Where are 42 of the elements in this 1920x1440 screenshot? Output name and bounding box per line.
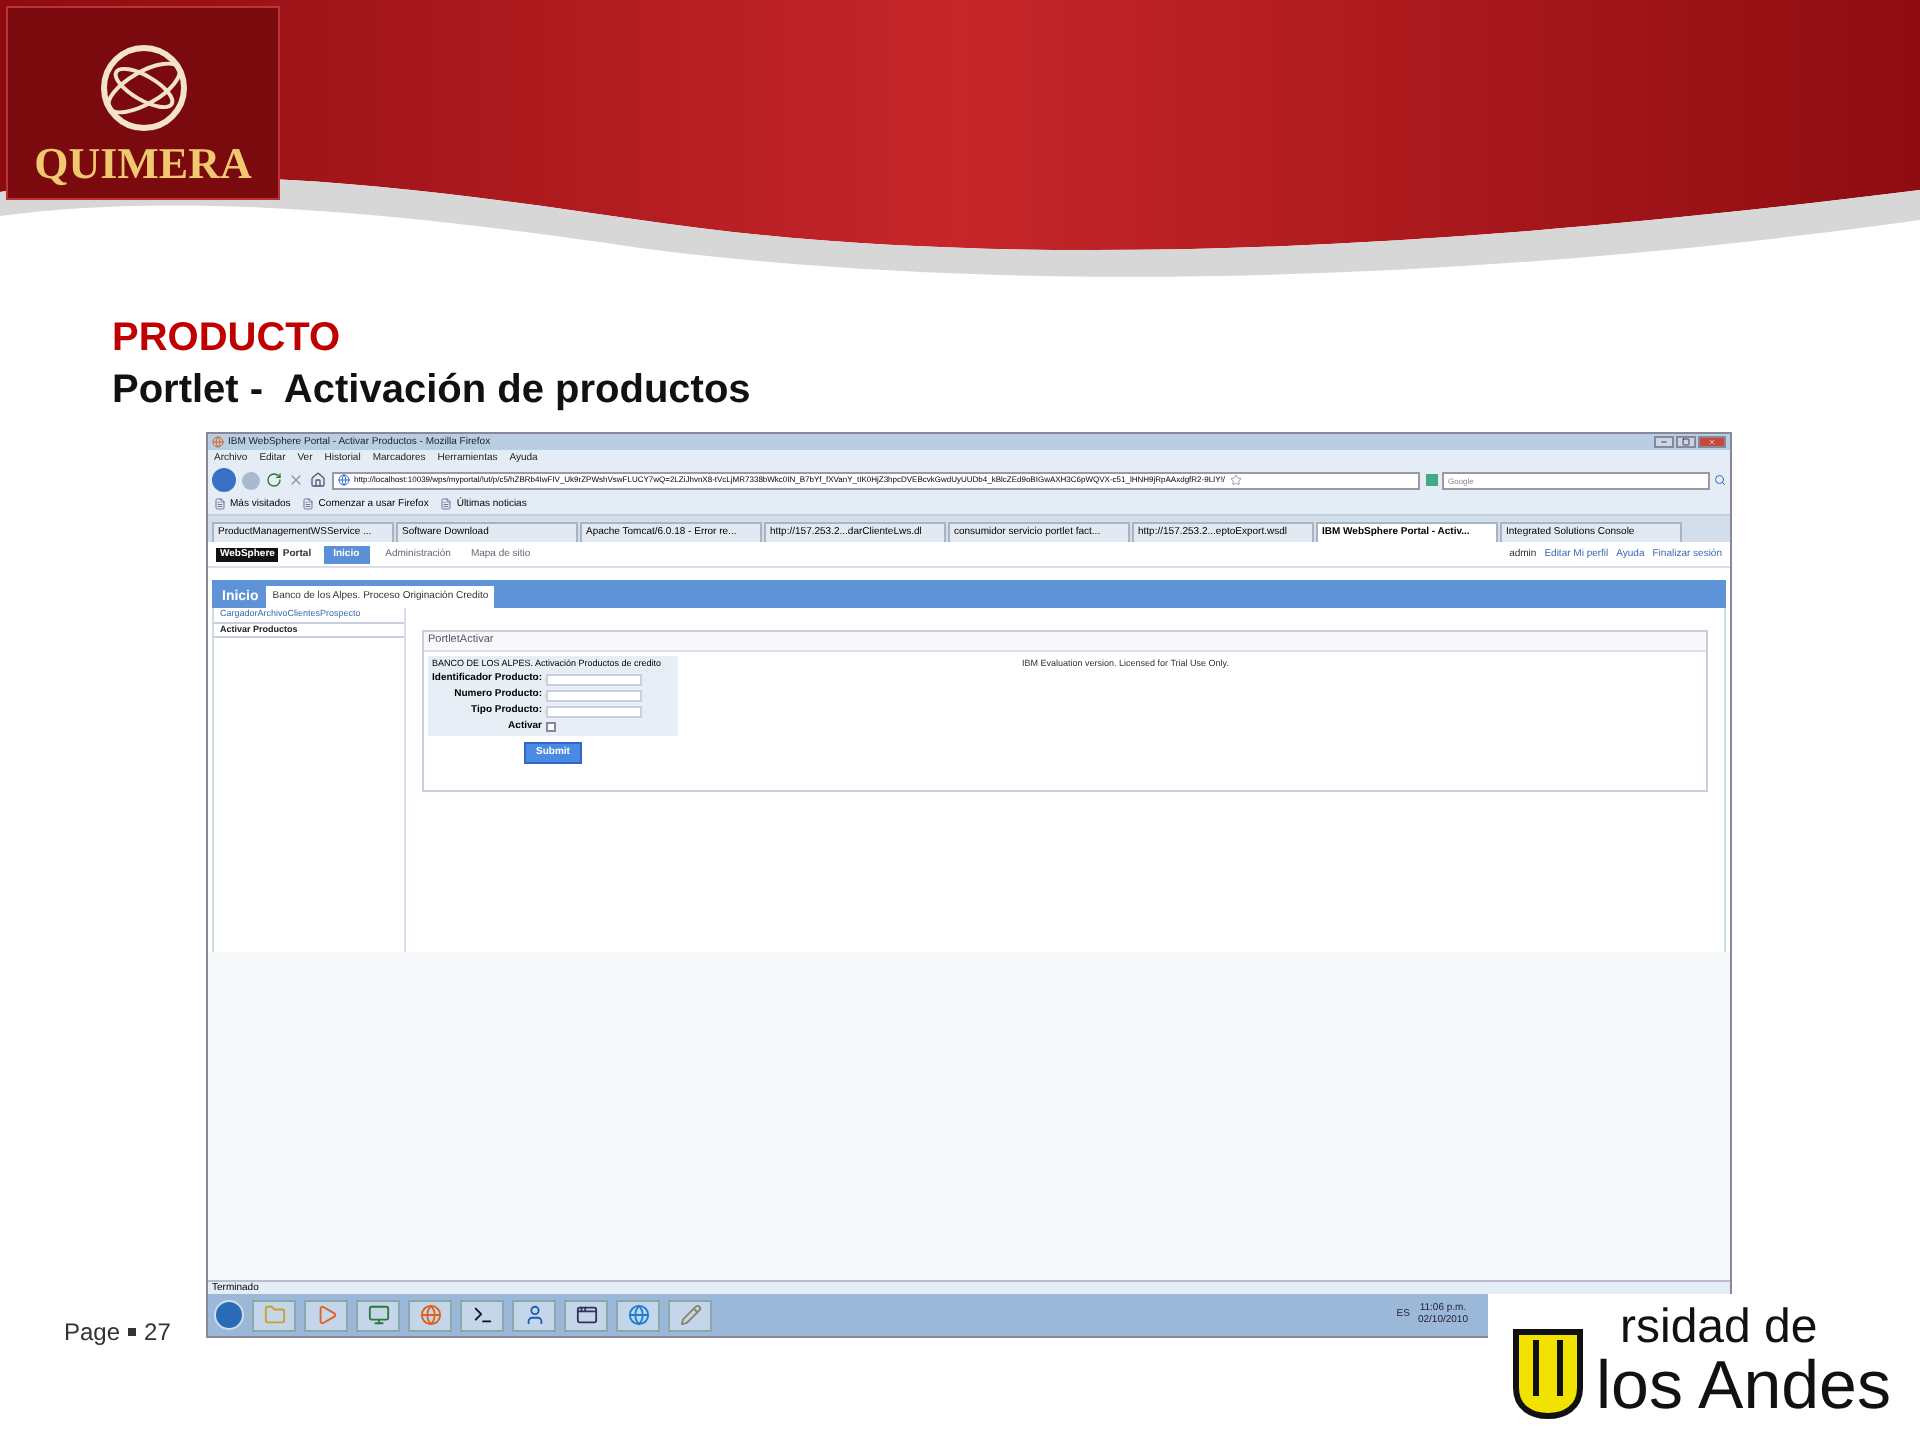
start-orb-icon[interactable] [214, 1300, 244, 1330]
university-name-line: rsidad de [1620, 1304, 1820, 1352]
university-emblem-icon [1512, 1328, 1584, 1420]
university-name-line: los Andes [1596, 1352, 1891, 1420]
page-number: 27 [144, 1316, 171, 1350]
folder-icon [263, 1304, 285, 1326]
minimize-icon [1660, 438, 1668, 446]
input-field[interactable] [546, 689, 642, 701]
person-icon [523, 1304, 545, 1326]
close-button[interactable] [1698, 436, 1726, 448]
maximize-icon [1682, 438, 1690, 446]
input-field[interactable] [546, 705, 642, 717]
window-icon [575, 1304, 597, 1326]
back-button[interactable] [212, 468, 236, 492]
address-field[interactable] [332, 471, 1420, 489]
bookmark-icon [302, 498, 315, 510]
slide-title: PRODUCTO [112, 316, 343, 360]
bullet-icon [128, 1328, 137, 1336]
forward-button[interactable] [242, 471, 260, 489]
monitor-icon [367, 1304, 389, 1326]
home-icon [310, 472, 326, 488]
globe-icon [419, 1304, 441, 1326]
stop-icon [288, 472, 304, 488]
terminal-icon [471, 1304, 493, 1326]
bookmark-icon [214, 498, 226, 510]
globe-icon [627, 1304, 649, 1326]
pencil-icon [679, 1304, 701, 1326]
globe-icon [338, 474, 350, 486]
logo-text: QUIMERA [34, 142, 252, 186]
bookmark-icon [440, 498, 453, 510]
slide-subtitle: Portlet - Activación de productos [112, 368, 753, 412]
checkbox[interactable] [546, 721, 556, 731]
play-icon [315, 1304, 337, 1326]
google-icon [1426, 474, 1438, 486]
maximize-button[interactable] [1676, 436, 1696, 448]
firefox-icon [212, 436, 224, 448]
input-field[interactable] [546, 673, 642, 685]
page-label: Page [64, 1316, 121, 1350]
star-icon [1229, 474, 1242, 486]
search-icon [1714, 474, 1726, 486]
reload-icon [266, 472, 282, 488]
minimize-button[interactable] [1654, 436, 1674, 448]
